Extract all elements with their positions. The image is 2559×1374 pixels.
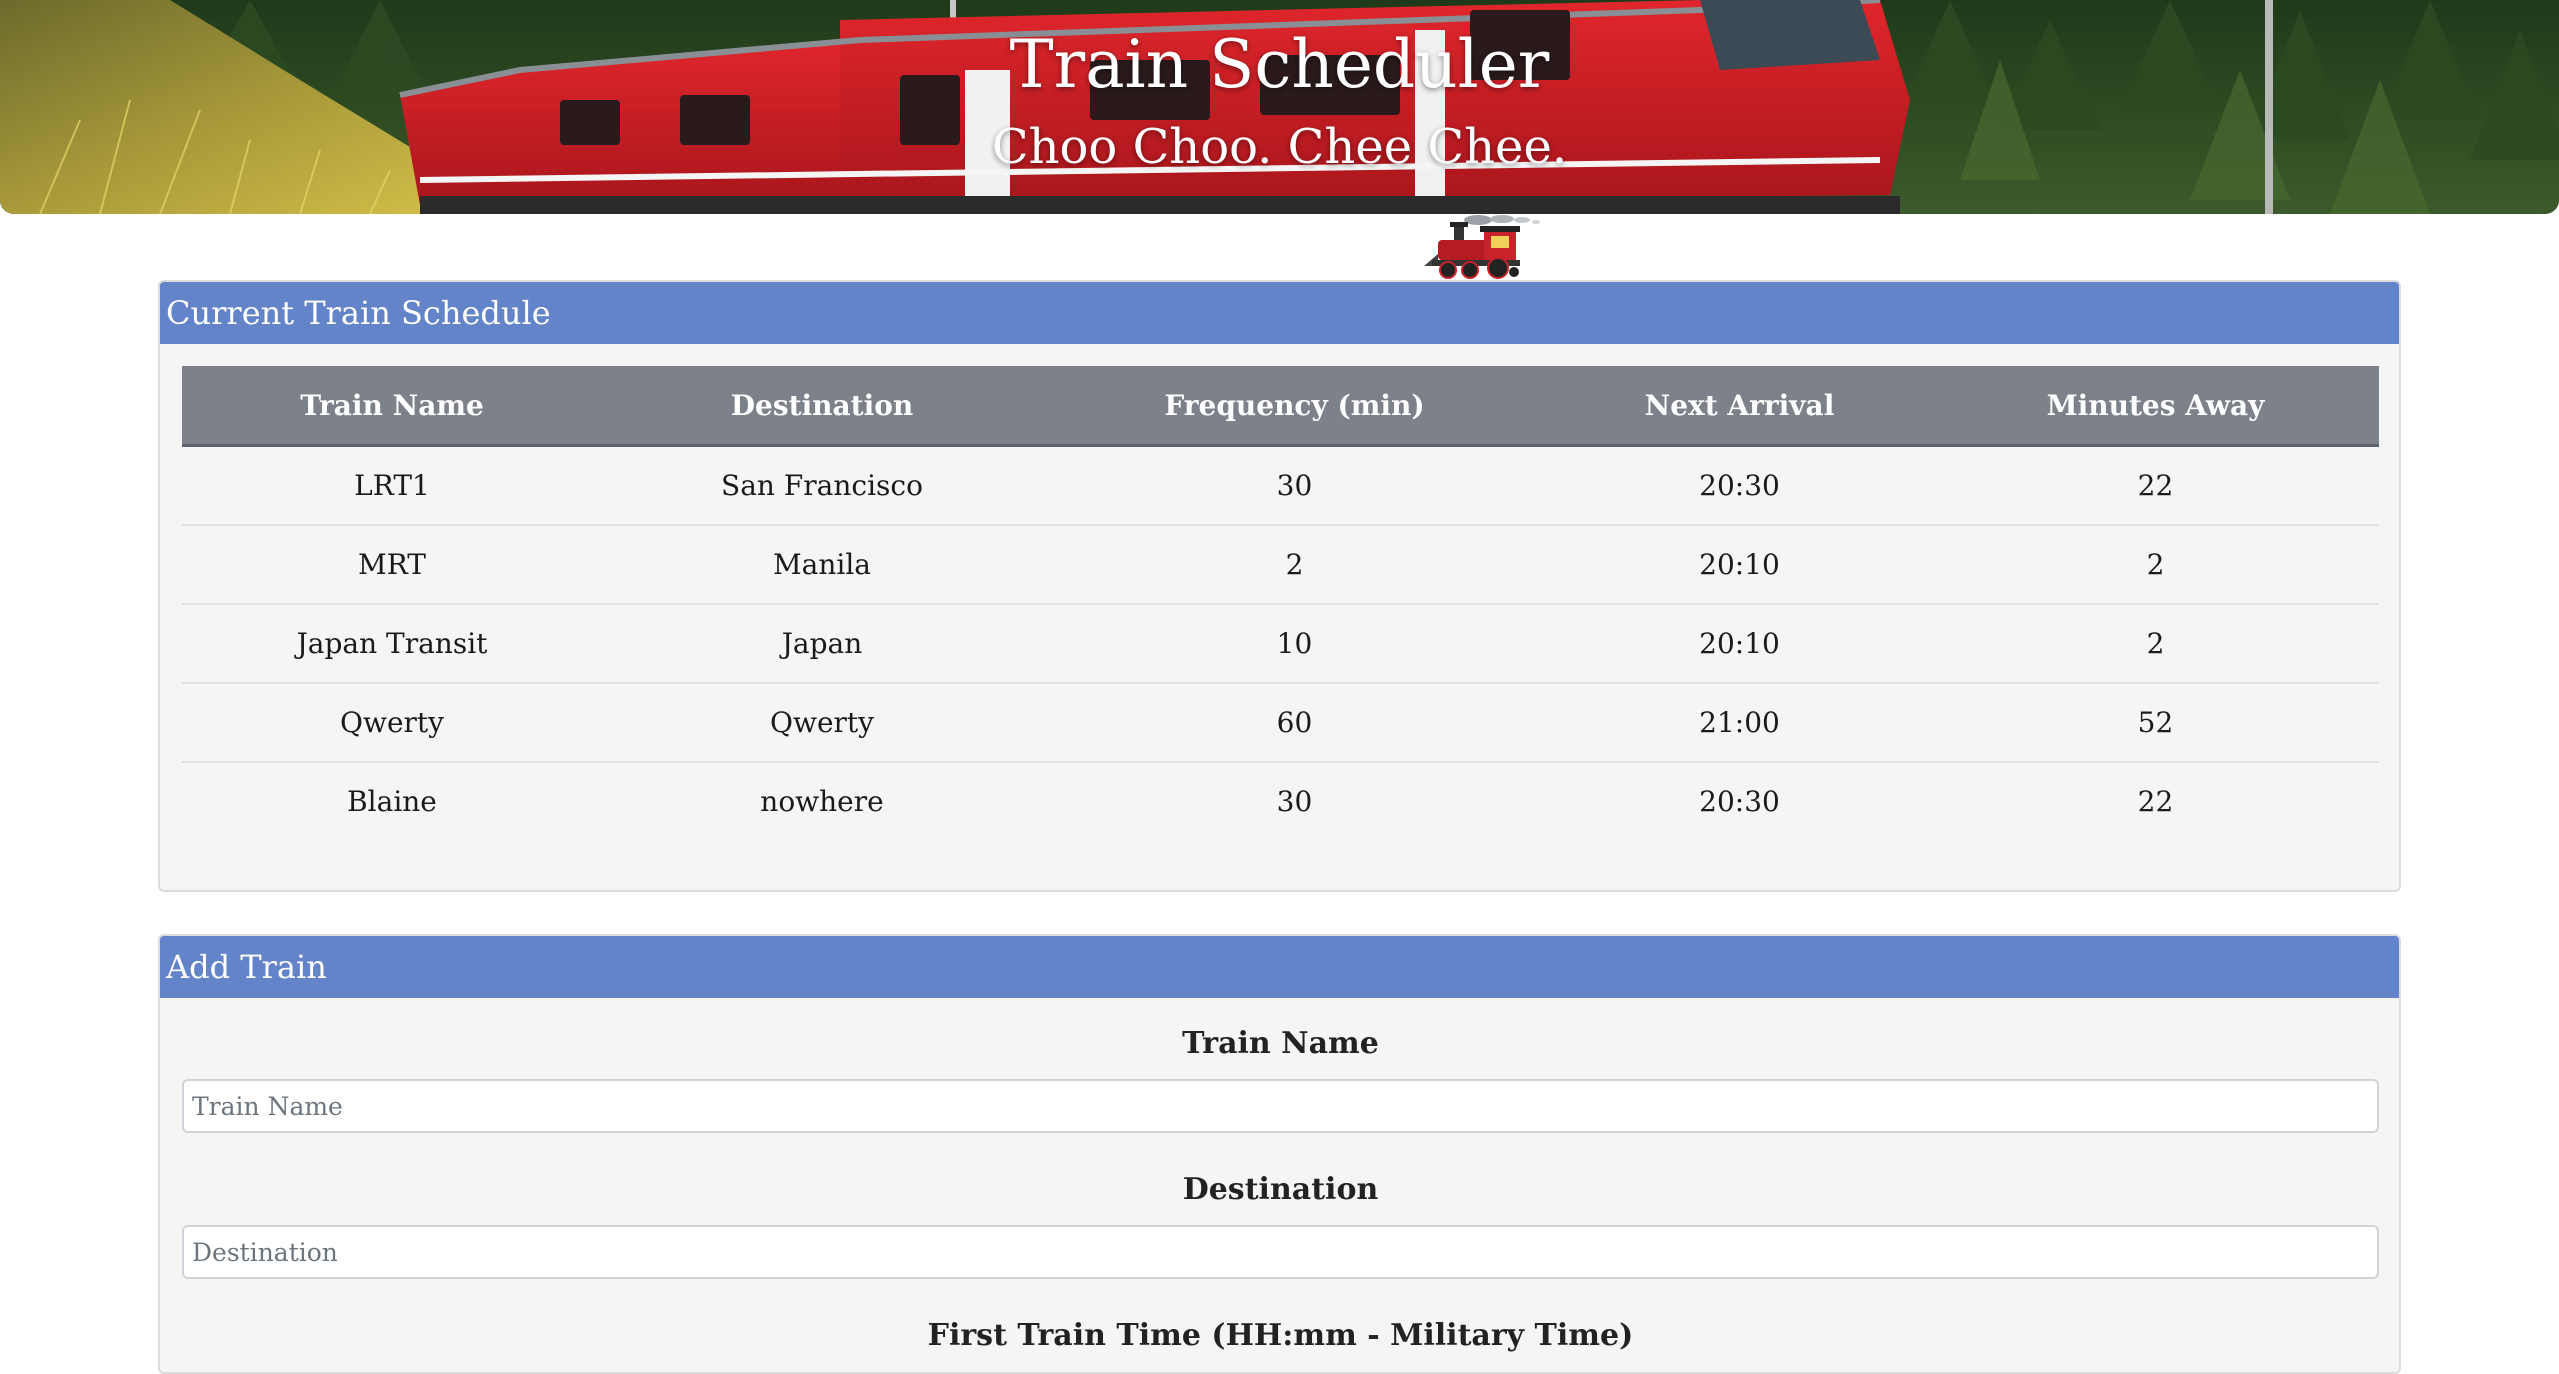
table-row: Japan Transit Japan 10 20:10 2 xyxy=(182,604,2379,684)
train-name-group: Train Name xyxy=(182,1026,2379,1133)
table-row: LRT1 San Francisco 30 20:30 22 xyxy=(182,445,2379,526)
cell-frequency: 10 xyxy=(1042,604,1547,684)
cell-next-arrival: 20:10 xyxy=(1547,604,1932,684)
destination-group: Destination xyxy=(182,1172,2379,1279)
add-train-panel: Add Train Train Name Destination First T… xyxy=(158,934,2401,1374)
cell-destination: nowhere xyxy=(760,785,884,818)
cell-frequency: 2 xyxy=(1042,525,1547,605)
train-name-input[interactable] xyxy=(182,1079,2379,1133)
cell-train-name: Japan Transit xyxy=(182,604,602,684)
cell-frequency: 30 xyxy=(1276,785,1313,818)
column-header-frequency: Frequency (min) xyxy=(1042,366,1547,447)
destination-label: Destination xyxy=(1182,1172,1379,1207)
table-row: Blaine nowhere 30 20:30 22 xyxy=(182,762,2379,840)
cell-destination: San Francisco xyxy=(602,445,1042,526)
add-train-panel-heading: Add Train xyxy=(160,936,2399,998)
column-header-destination: Destination xyxy=(602,366,1042,447)
cell-minutes-away: 2 xyxy=(1932,525,2379,605)
table-row: Qwerty Qwerty 60 21:00 52 xyxy=(182,683,2379,763)
cell-minutes-away: 2 xyxy=(1932,604,2379,684)
schedule-table: Train Name Destination Frequency (min) N… xyxy=(182,366,2379,840)
column-header-next-arrival: Next Arrival xyxy=(1547,366,1932,447)
table-header-row: Train Name Destination Frequency (min) N… xyxy=(182,366,2379,447)
cell-minutes-away: 22 xyxy=(1932,445,2379,526)
column-header-minutes-away: Minutes Away xyxy=(1932,366,2379,447)
schedule-panel-heading: Current Train Schedule xyxy=(160,282,2399,344)
cell-next-arrival: 20:30 xyxy=(1699,785,1780,818)
schedule-panel: Current Train Schedule Train Name Destin… xyxy=(158,280,2401,892)
first-train-time-group: First Train Time (HH:mm - Military Time) xyxy=(182,1318,2379,1353)
cell-destination: Japan xyxy=(602,604,1042,684)
page-subtitle: Choo Choo. Chee Chee. xyxy=(991,119,1568,175)
cell-next-arrival: 20:30 xyxy=(1547,445,1932,526)
cell-frequency: 30 xyxy=(1042,445,1547,526)
cell-train-name: LRT1 xyxy=(182,445,602,526)
first-train-time-label: First Train Time (HH:mm - Military Time) xyxy=(927,1318,1634,1353)
cell-next-arrival: 20:10 xyxy=(1547,525,1932,605)
destination-input[interactable] xyxy=(182,1225,2379,1279)
column-header-train-name: Train Name xyxy=(182,366,602,447)
cell-destination: Qwerty xyxy=(602,683,1042,763)
cell-minutes-away: 52 xyxy=(1932,683,2379,763)
cell-destination: Manila xyxy=(602,525,1042,605)
page-title: Train Scheduler xyxy=(1009,26,1550,103)
cell-frequency: 60 xyxy=(1042,683,1547,763)
train-name-label: Train Name xyxy=(1182,1026,1379,1061)
table-row: MRT Manila 2 20:10 2 xyxy=(182,525,2379,605)
header-banner: Train Scheduler Choo Choo. Chee Chee. xyxy=(0,0,2559,214)
steam-locomotive-icon xyxy=(1424,215,1540,279)
cell-train-name: Blaine xyxy=(347,785,437,818)
cell-minutes-away: 22 xyxy=(2137,785,2174,818)
cell-train-name: MRT xyxy=(182,525,602,605)
cell-next-arrival: 21:00 xyxy=(1547,683,1932,763)
cell-train-name: Qwerty xyxy=(182,683,602,763)
